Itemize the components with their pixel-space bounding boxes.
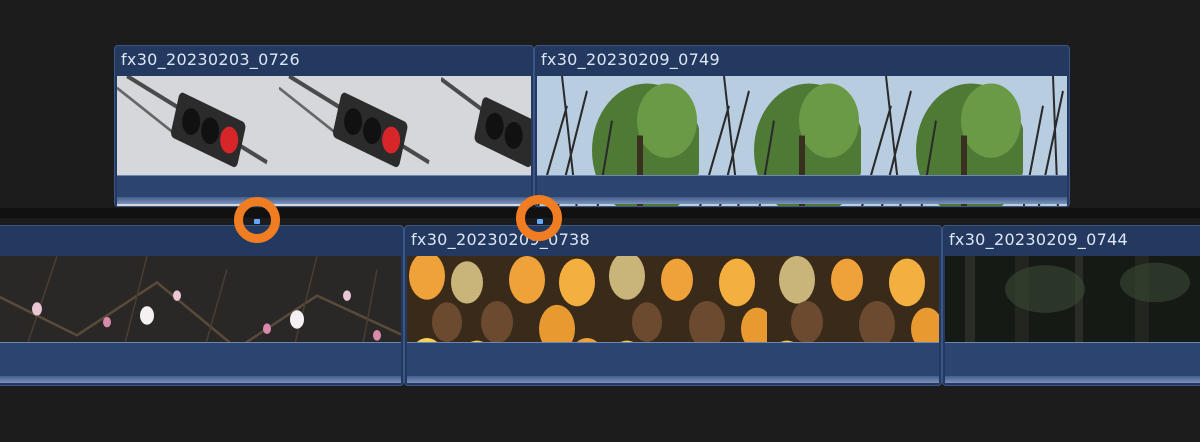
highlight-circle bbox=[516, 195, 562, 241]
highlight-circle bbox=[234, 197, 280, 243]
audio-waveform bbox=[945, 342, 1200, 383]
waveform bbox=[537, 197, 1067, 204]
clip-title: fx30_20230209_0738 bbox=[411, 230, 591, 249]
audio-waveform bbox=[537, 175, 1067, 204]
audio-waveform bbox=[117, 175, 531, 204]
connected-clip-traffic-light[interactable]: fx30_20230203_0726 bbox=[114, 45, 534, 207]
audio-waveform bbox=[407, 342, 939, 383]
clip-title bbox=[0, 226, 403, 254]
clip-title: fx30_20230209_0744 bbox=[949, 230, 1129, 249]
waveform bbox=[117, 197, 531, 204]
waveform bbox=[945, 376, 1200, 383]
primary-clip-dark-forest[interactable]: fx30_20230209_0744 bbox=[942, 225, 1200, 386]
clip-title: fx30_20230203_0726 bbox=[121, 50, 301, 69]
waveform bbox=[0, 376, 401, 383]
connected-clip-trees[interactable]: fx30_20230209_0749 bbox=[534, 45, 1070, 207]
waveform bbox=[407, 376, 939, 383]
primary-clip-plum-blossoms[interactable] bbox=[0, 225, 404, 386]
primary-clip-citrus[interactable]: fx30_20230209_0738 bbox=[404, 225, 942, 386]
audio-waveform bbox=[0, 342, 401, 383]
clip-title: fx30_20230209_0749 bbox=[541, 50, 721, 69]
track-gap bbox=[0, 208, 1200, 218]
